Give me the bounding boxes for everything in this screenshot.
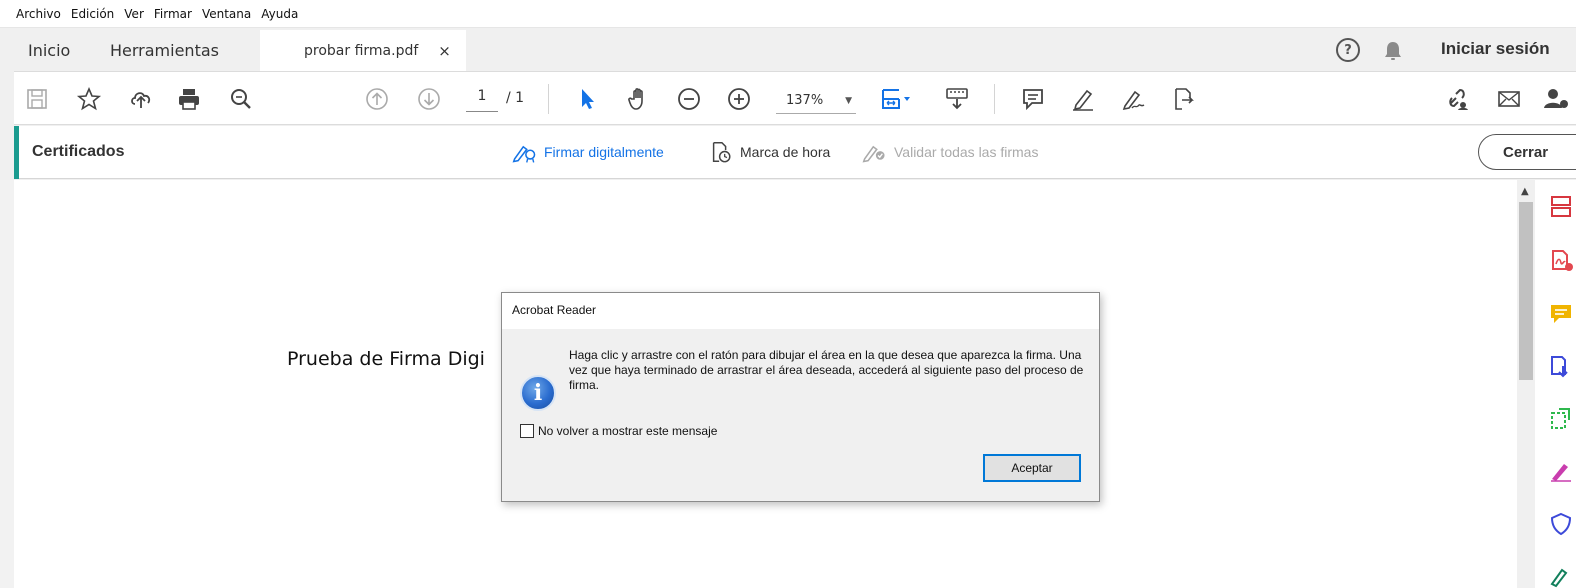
zoom-in-icon[interactable] xyxy=(724,84,754,114)
notifications-bell-icon[interactable] xyxy=(1382,40,1404,62)
acrobat-info-dialog: Acrobat Reader i Haga clic y arrastre co… xyxy=(501,292,1100,502)
menu-archivo[interactable]: Archivo xyxy=(16,3,61,25)
previous-page-icon[interactable] xyxy=(362,84,392,114)
fill-sign-icon[interactable] xyxy=(1118,84,1148,114)
close-tab-icon[interactable]: × xyxy=(438,42,451,60)
info-icon: i xyxy=(520,375,556,411)
tab-document-label: probar firma.pdf xyxy=(304,42,419,59)
page-number-input[interactable]: 1 xyxy=(466,88,498,112)
send-for-signature-icon[interactable] xyxy=(1549,564,1573,588)
scroll-up-arrow-icon[interactable]: ▲ xyxy=(1521,186,1529,197)
document-heading-text: Prueba de Firma Digi xyxy=(287,348,485,370)
menu-bar: Archivo Edición Ver Firmar Ventana Ayuda xyxy=(0,0,1576,28)
add-comment-icon[interactable] xyxy=(1549,302,1573,326)
signin-button[interactable]: Iniciar sesión xyxy=(1441,39,1550,59)
validate-all-label: Validar todas las firmas xyxy=(894,144,1039,160)
zoom-search-icon[interactable] xyxy=(226,84,256,114)
edit-pdf-icon[interactable] xyxy=(1549,406,1573,430)
chevron-down-icon: ▼ xyxy=(845,95,853,106)
upload-cloud-icon[interactable] xyxy=(126,84,156,114)
certificates-toolbar: Certificados Firmar digitalmente Marca d… xyxy=(14,126,1576,179)
dialog-message: Haga clic y arrastre con el ratón para d… xyxy=(569,348,1084,392)
sign-digitally-button[interactable]: Firmar digitalmente xyxy=(512,140,664,164)
fill-sign-pen-icon[interactable] xyxy=(1549,458,1573,482)
zoom-level-dropdown[interactable]: 137% ▼ xyxy=(776,88,856,114)
validate-all-signatures-button[interactable]: Validar todas las firmas xyxy=(862,140,1038,164)
page-total: / 1 xyxy=(506,90,525,106)
certificates-title: Certificados xyxy=(32,143,125,160)
email-icon[interactable] xyxy=(1494,84,1524,114)
validate-signature-icon xyxy=(862,145,885,163)
close-certificates-button[interactable]: Cerrar xyxy=(1478,134,1576,170)
tab-bar: Inicio Herramientas probar firma.pdf × ?… xyxy=(14,30,1576,71)
fit-page-icon[interactable] xyxy=(876,84,916,114)
tab-home[interactable]: Inicio xyxy=(28,30,70,70)
menu-ver[interactable]: Ver xyxy=(124,3,144,25)
create-pdf-icon[interactable] xyxy=(1549,248,1573,272)
dialog-title: Acrobat Reader xyxy=(502,293,1099,329)
share-document-icon[interactable] xyxy=(1168,84,1198,114)
menu-ventana[interactable]: Ventana xyxy=(202,3,251,25)
timestamp-label: Marca de hora xyxy=(740,144,831,160)
next-page-icon[interactable] xyxy=(414,84,444,114)
add-user-icon[interactable] xyxy=(1540,84,1570,114)
export-pdf-icon[interactable] xyxy=(1549,354,1573,378)
zoom-level-value: 137% xyxy=(786,93,824,108)
menu-ayuda[interactable]: Ayuda xyxy=(261,3,298,25)
highlight-pen-icon[interactable] xyxy=(1068,84,1098,114)
menu-firmar[interactable]: Firmar xyxy=(154,3,192,25)
digital-signature-pen-icon xyxy=(512,145,536,163)
select-pointer-icon[interactable] xyxy=(572,84,602,114)
scrollbar-thumb[interactable] xyxy=(1519,202,1533,380)
tab-tools[interactable]: Herramientas xyxy=(110,30,219,70)
organize-pages-icon[interactable] xyxy=(1549,194,1573,218)
menu-edicion[interactable]: Edición xyxy=(71,3,114,25)
dont-show-again-label[interactable]: No volver a mostrar este mensaje xyxy=(538,424,717,438)
timestamp-document-icon xyxy=(712,142,731,163)
scrolling-mode-icon[interactable] xyxy=(942,84,972,114)
comment-icon[interactable] xyxy=(1018,84,1048,114)
dont-show-again-checkbox[interactable]: No volver a mostrar este mensaje xyxy=(520,424,717,438)
right-tools-panel xyxy=(1535,180,1576,588)
toolbar-divider xyxy=(994,84,995,114)
hand-tool-icon[interactable] xyxy=(624,84,654,114)
bookmark-star-icon[interactable] xyxy=(74,84,104,114)
save-icon[interactable] xyxy=(22,84,52,114)
checkbox-box[interactable] xyxy=(520,424,534,438)
timestamp-button[interactable]: Marca de hora xyxy=(708,140,830,164)
protect-shield-icon[interactable] xyxy=(1549,512,1573,536)
vertical-scrollbar[interactable]: ▲ xyxy=(1517,180,1535,588)
share-link-icon[interactable] xyxy=(1442,84,1472,114)
tab-document[interactable]: probar firma.pdf × xyxy=(260,30,466,71)
acrobat-window: Archivo Edición Ver Firmar Ventana Ayuda… xyxy=(0,0,1576,588)
print-icon[interactable] xyxy=(174,84,204,114)
main-toolbar: 1 / 1 137% ▼ xyxy=(14,71,1576,125)
toolbar-divider xyxy=(548,84,549,114)
zoom-out-icon[interactable] xyxy=(674,84,704,114)
accept-button[interactable]: Aceptar xyxy=(983,454,1081,482)
help-icon[interactable]: ? xyxy=(1336,38,1360,62)
sign-digitally-label: Firmar digitalmente xyxy=(544,144,664,160)
certificates-accent-bar xyxy=(14,126,19,179)
